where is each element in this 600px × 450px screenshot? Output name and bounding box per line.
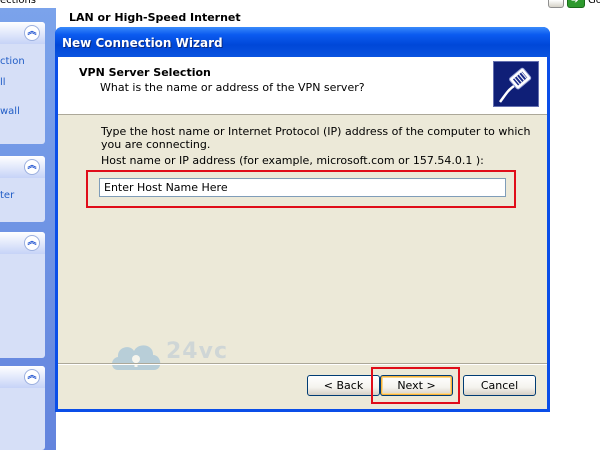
collapse-chevron-icon[interactable]: ︽ bbox=[24, 235, 40, 251]
task-link[interactable]: ter bbox=[0, 190, 14, 201]
task-pane-group-header[interactable]: ︽ bbox=[0, 156, 45, 178]
dialog-titlebar[interactable]: New Connection Wizard bbox=[55, 27, 550, 57]
cloud-lock-icon bbox=[112, 345, 161, 370]
new-connection-wizard-dialog: New Connection Wizard VPN Server Selecti… bbox=[55, 27, 550, 412]
address-crumb: ections bbox=[0, 0, 37, 6]
go-arrow-icon[interactable]: ➔ bbox=[567, 0, 585, 8]
page-title: VPN Server Selection bbox=[79, 66, 211, 79]
task-pane-group-misc: ︽ bbox=[0, 366, 45, 450]
collapse-chevron-icon[interactable]: ︽ bbox=[24, 159, 40, 175]
cancel-button[interactable]: Cancel bbox=[463, 375, 536, 396]
collapse-chevron-icon[interactable]: ︽ bbox=[24, 25, 40, 41]
watermark-text: 24vc bbox=[166, 339, 228, 364]
task-pane-group-details: ︽ bbox=[0, 232, 45, 358]
back-button[interactable]: < Back bbox=[307, 375, 380, 396]
task-link[interactable]: ction bbox=[0, 56, 25, 67]
collapse-chevron-icon[interactable]: ︽ bbox=[24, 369, 40, 385]
content-group-header: LAN or High-Speed Internet bbox=[69, 11, 241, 24]
button-divider bbox=[58, 363, 547, 365]
host-name-input[interactable] bbox=[99, 178, 506, 197]
go-label[interactable]: Go bbox=[588, 0, 600, 6]
next-button[interactable]: Next > bbox=[380, 375, 453, 396]
task-link[interactable]: ll bbox=[0, 77, 6, 88]
task-pane-group-header[interactable]: ︽ bbox=[0, 22, 45, 44]
host-field-label: Host name or IP address (for example, mi… bbox=[101, 154, 484, 167]
task-pane-group-network: ︽ ction ll wall bbox=[0, 22, 45, 144]
instruction-text: Type the host name or Internet Protocol … bbox=[101, 125, 531, 151]
dialog-client-area: VPN Server Selection What is the name or… bbox=[58, 57, 547, 409]
task-pane-group-header[interactable]: ︽ bbox=[0, 232, 45, 254]
task-pane: ︽ ction ll wall ︽ ter ︽ ︽ bbox=[0, 8, 56, 450]
watermark: 24vc bbox=[108, 334, 248, 374]
dropdown-arrow-icon[interactable] bbox=[548, 0, 564, 8]
task-pane-group-other: ︽ ter bbox=[0, 156, 45, 222]
page-subtitle: What is the name or address of the VPN s… bbox=[100, 81, 365, 94]
explorer-address-strip: ections ➔ Go bbox=[0, 0, 600, 8]
task-link[interactable]: wall bbox=[0, 106, 20, 117]
wizard-header-panel: VPN Server Selection What is the name or… bbox=[58, 57, 547, 115]
task-pane-group-header[interactable]: ︽ bbox=[0, 366, 45, 388]
network-plug-icon bbox=[493, 61, 539, 107]
dialog-title: New Connection Wizard bbox=[62, 36, 223, 50]
